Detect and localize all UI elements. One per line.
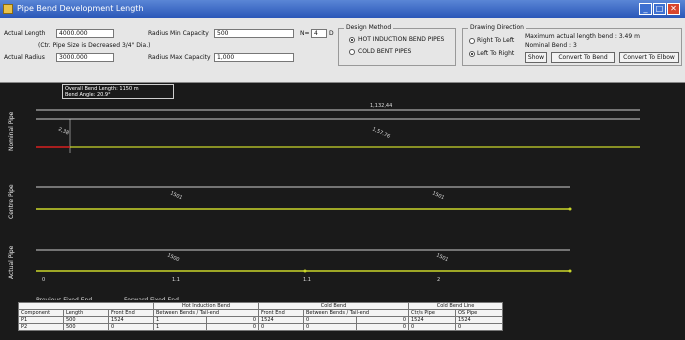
drawing-direction-title: Drawing Direction	[468, 24, 526, 32]
table-header: Front End	[258, 309, 304, 317]
direction-left-to-right-radio[interactable]	[469, 51, 475, 57]
table-cell: 0	[205, 316, 259, 324]
table-cell: 1524	[408, 316, 456, 324]
nominal-pipe-label: Nominal Pipe	[8, 111, 15, 151]
table-cell: 0	[205, 323, 259, 331]
table-header: Component	[18, 309, 64, 317]
radius-max-input[interactable]: 1,000	[214, 53, 294, 62]
radius-min-input[interactable]: 500	[214, 29, 294, 38]
drawing-direction-group: Drawing Direction Right To Left Left To …	[462, 24, 682, 66]
nominal-label-b: 1,57.76	[371, 126, 391, 140]
table-header: OS Pipe	[455, 309, 503, 317]
table-cell: 0	[355, 323, 409, 331]
show-button[interactable]: Show	[525, 52, 547, 63]
design-method-cold-label: COLD BENT PIPES	[358, 48, 412, 55]
input-panel: Actual Length 4000.000 (Ctr. Pipe Size i…	[0, 18, 685, 83]
table-group-header: Cold Bend Line	[408, 302, 503, 310]
table-cell: 1524	[455, 316, 503, 324]
table-cell: 0	[303, 323, 357, 331]
centre-pipe-label: Centre Pipe	[8, 184, 15, 219]
axis-mark: 0	[42, 277, 45, 283]
table-row[interactable]: P1 500 1524 1 0 1524 0 0 1524 1524	[18, 316, 503, 324]
table-cell: 0	[455, 323, 503, 331]
centre-label-a: 1501	[169, 190, 183, 201]
actual-label-a: 1500	[166, 252, 180, 263]
radius-min-label: Radius Min Capacity	[148, 30, 209, 37]
table-cell: 1524	[258, 316, 304, 324]
table-cell: 0	[258, 323, 304, 331]
actual-pipe-label: Actual Pipe	[8, 245, 15, 279]
design-method-cold-radio[interactable]	[349, 49, 355, 55]
n-input[interactable]: 4	[311, 29, 327, 38]
table-header: Between Bends / Tail-end	[153, 309, 259, 317]
max-actual-length-text: Maximum actual length bend : 3.49 m	[525, 33, 640, 40]
centre-end-point	[568, 207, 572, 211]
actual-length-input[interactable]: 4000.000	[56, 29, 114, 38]
nominal-bend-text: Nominal Bend : 3	[525, 42, 577, 49]
actual-radius-input[interactable]: 3000.000	[56, 53, 114, 62]
table-cell: 1524	[108, 316, 154, 324]
centre-label-b: 1501	[431, 190, 445, 201]
window-title: Pipe Bend Development Length	[17, 4, 144, 13]
convert-to-bend-button[interactable]: Convert To Bend	[551, 52, 615, 63]
n-label: N=	[300, 30, 310, 37]
d-label: D	[329, 30, 334, 37]
actual-mid-point	[303, 269, 307, 273]
title-bar: Pipe Bend Development Length _ □ ✕	[0, 0, 685, 18]
design-method-title: Design Method	[344, 24, 394, 32]
table-cell: 500	[63, 323, 109, 331]
actual-end-point	[568, 269, 572, 273]
design-method-hot-label: HOT INDUCTION BEND PIPES	[358, 36, 445, 43]
table-cell: 0	[108, 323, 154, 331]
nominal-label-a: 2,38	[57, 126, 70, 136]
table-cell	[18, 302, 154, 310]
results-area: Hot Induction Bend Cold Bend Cold Bend L…	[0, 300, 685, 340]
direction-right-to-left-radio[interactable]	[469, 38, 475, 44]
table-cell: 500	[63, 316, 109, 324]
actual-label-b: 1501	[435, 252, 449, 263]
table-cell: 0	[408, 323, 456, 331]
table-cell: P2	[18, 323, 64, 331]
close-icon[interactable]: ✕	[667, 3, 680, 15]
table-header: Between Bends / Tail-end	[303, 309, 409, 317]
axis-mark: 1.1	[172, 277, 180, 283]
table-row[interactable]: P2 500 0 1 0 0 0 0 0 0	[18, 323, 503, 331]
axis-mark: 2	[437, 277, 440, 283]
table-header-row: Component Length Front End Between Bends…	[18, 309, 503, 317]
minimize-icon[interactable]: _	[639, 3, 652, 15]
table-header: Length	[63, 309, 109, 317]
table-group-header-row: Hot Induction Bend Cold Bend Cold Bend L…	[18, 302, 503, 310]
design-method-group: Design Method HOT INDUCTION BEND PIPES C…	[338, 24, 456, 66]
pipe-size-note: (Ctr. Pipe Size is Decreased 3/4" Dia.)	[38, 42, 151, 49]
actual-radius-label: Actual Radius	[4, 54, 45, 61]
actual-length-label: Actual Length	[4, 30, 46, 37]
table-header: Front End	[108, 309, 154, 317]
convert-to-elbow-button[interactable]: Convert To Elbow	[619, 52, 679, 63]
maximize-icon[interactable]: □	[653, 3, 666, 15]
table-header: Ctr/s Pipe	[408, 309, 456, 317]
table-cell: 1	[153, 323, 207, 331]
bend-info-box: Overall Bend Length: 1150 m Bend Angle: …	[62, 84, 174, 99]
direction-right-to-left-label: Right To Left	[477, 37, 515, 44]
direction-left-to-right-label: Left To Right	[477, 50, 515, 57]
app-icon	[3, 4, 13, 14]
radius-max-label: Radius Max Capacity	[148, 54, 211, 61]
table-cell: 0	[355, 316, 409, 324]
bend-drawing: 1,132,44 2,38 1,57.76 1501 1501 1500 150…	[36, 103, 640, 283]
axis-mark: 1.1	[303, 277, 311, 283]
table-group-header: Hot Induction Bend	[153, 302, 259, 310]
nominal-dim-text: 1,132,44	[370, 103, 392, 109]
table-cell: 1	[153, 316, 207, 324]
table-group-header: Cold Bend	[258, 302, 409, 310]
info-line-2: Bend Angle: 20.9°	[65, 92, 111, 98]
table-cell: P1	[18, 316, 64, 324]
design-method-hot-radio[interactable]	[349, 37, 355, 43]
results-table: Hot Induction Bend Cold Bend Cold Bend L…	[18, 302, 503, 331]
drawing-canvas: 1,132,44 2,38 1,57.76 1501 1501 1500 150…	[0, 83, 685, 295]
table-cell: 0	[303, 316, 357, 324]
